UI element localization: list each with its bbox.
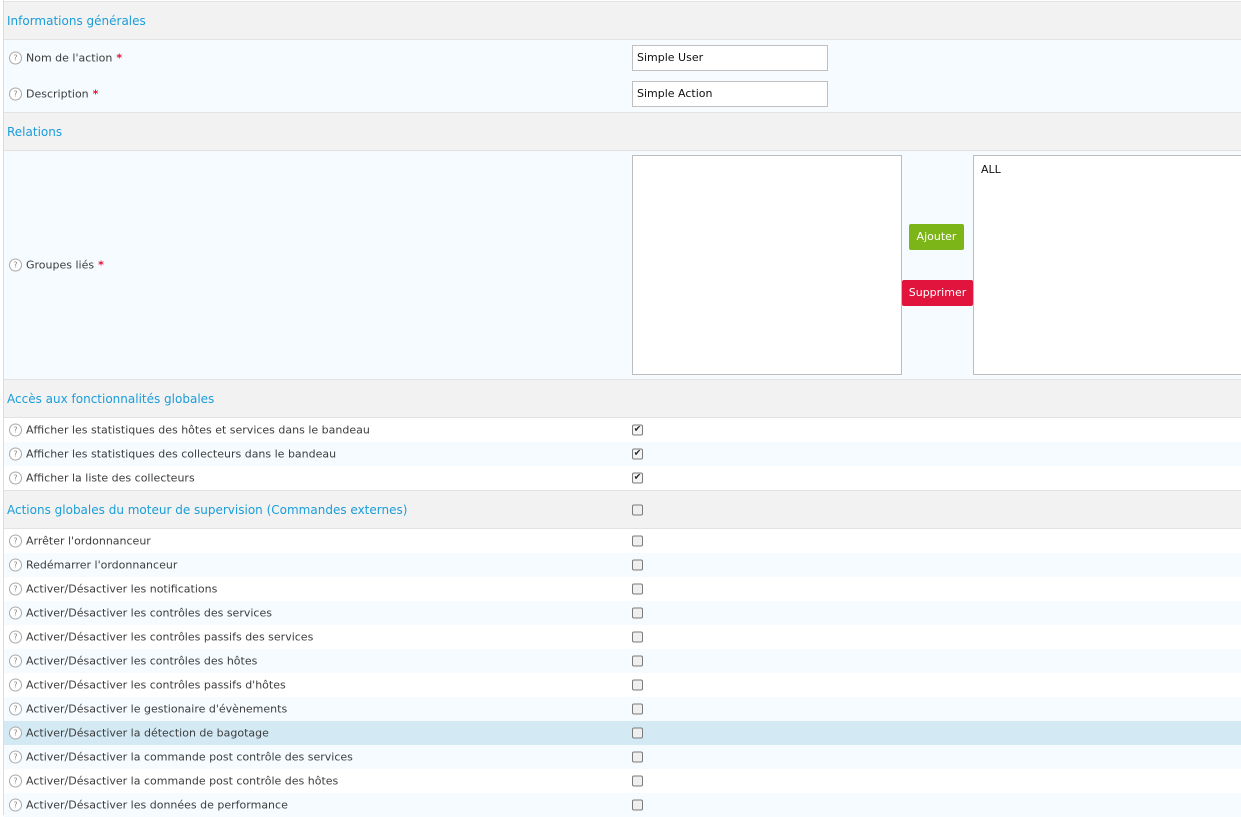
action-name-row: ? Nom de l'action * Simple User	[4, 40, 1241, 76]
permission-checkbox[interactable]	[632, 583, 643, 595]
permission-checkbox[interactable]	[632, 559, 643, 571]
permission-label: Afficher la liste des collecteurs	[26, 471, 195, 485]
permission-row: ? Activer/Désactiver les contrôles des se…	[4, 601, 1241, 625]
permission-checkbox[interactable]	[632, 535, 643, 547]
field-label: Description	[26, 87, 89, 101]
help-icon[interactable]: ?	[9, 798, 22, 812]
permission-checkbox[interactable]	[632, 703, 643, 715]
permission-label: Activer/Désactiver les contrôles passifs…	[26, 678, 286, 692]
permission-label: Activer/Désactiver la commande post cont…	[26, 774, 339, 788]
permission-row: ? Redémarrer l'ordonnanceur	[4, 553, 1241, 577]
acl-action-form: Informations générales ? Nom de l'action…	[3, 0, 1241, 817]
permission-checkbox[interactable]	[632, 751, 643, 763]
required-marker: *	[92, 87, 99, 101]
selected-groups-list[interactable]: ALL	[973, 155, 1241, 375]
permission-label: Afficher les statistiques des collecteur…	[26, 447, 337, 461]
permission-row: ? Activer/Désactiver la commande post con…	[4, 769, 1241, 793]
section-title: Informations générales	[7, 13, 146, 28]
section-relations: Relations	[4, 112, 1241, 151]
help-icon[interactable]: ?	[9, 258, 22, 272]
permission-label: Activer/Désactiver le gestionaire d'évèn…	[26, 702, 288, 716]
section-global-actions: Actions globales du moteur de supervisio…	[4, 490, 1241, 529]
permission-label: Arrêter l'ordonnanceur	[26, 534, 151, 548]
permission-label: Redémarrer l'ordonnanceur	[26, 558, 178, 572]
section-global-access: Accès aux fonctionnalités globales	[4, 379, 1241, 418]
linked-groups-row: ? Groupes liés * Ajouter Supprimer ALL	[4, 151, 1241, 379]
help-icon[interactable]: ?	[9, 774, 22, 788]
check-mark-icon: ✔	[633, 448, 642, 459]
help-icon[interactable]: ?	[9, 558, 22, 572]
help-icon[interactable]: ?	[9, 678, 22, 692]
permission-label: Activer/Désactiver la commande post cont…	[26, 750, 353, 764]
available-groups-list[interactable]	[632, 155, 902, 375]
permission-checkbox[interactable]: ✔	[632, 424, 643, 436]
permission-label: Afficher les statistiques des hôtes et s…	[26, 423, 370, 437]
section-title: Actions globales du moteur de supervisio…	[7, 502, 408, 517]
help-icon[interactable]: ?	[9, 606, 22, 620]
permission-row: ? Activer/Désactiver les contrôles des hô…	[4, 649, 1241, 673]
select-all-actions-checkbox[interactable]	[632, 504, 643, 515]
remove-button[interactable]: Supprimer	[902, 280, 973, 306]
selected-group-option[interactable]: ALL	[981, 163, 1001, 176]
description-row: ? Description * Simple Action	[4, 76, 1241, 112]
permission-checkbox[interactable]	[632, 679, 643, 691]
help-icon[interactable]: ?	[9, 630, 22, 644]
permission-checkbox[interactable]	[632, 607, 643, 619]
help-icon[interactable]: ?	[9, 582, 22, 596]
permission-label: Activer/Désactiver la détection de bagot…	[26, 726, 269, 740]
add-button[interactable]: Ajouter	[909, 224, 964, 250]
permission-row: ? Activer/Désactiver la détection de bago…	[4, 721, 1241, 745]
help-icon[interactable]: ?	[9, 750, 22, 764]
section-title: Accès aux fonctionnalités globales	[7, 391, 215, 406]
permission-checkbox[interactable]	[632, 631, 643, 643]
help-icon[interactable]: ?	[9, 51, 22, 65]
permission-label: Activer/Désactiver les données de perfor…	[26, 798, 288, 812]
help-icon[interactable]: ?	[9, 654, 22, 668]
help-icon[interactable]: ?	[9, 447, 22, 461]
permission-checkbox[interactable]	[632, 799, 643, 811]
help-icon[interactable]: ?	[9, 87, 22, 101]
permission-row: ? Afficher la liste des collecteurs ✔	[4, 466, 1241, 490]
field-label: Nom de l'action	[26, 51, 113, 65]
field-label: Groupes liés	[26, 258, 95, 272]
permission-row: ? Arrêter l'ordonnanceur	[4, 529, 1241, 553]
action-name-input[interactable]: Simple User	[632, 45, 828, 71]
permission-row: ? Activer/Désactiver les contrôles passif…	[4, 673, 1241, 697]
permission-row: ? Afficher les statistiques des hôtes et …	[4, 418, 1241, 442]
help-icon[interactable]: ?	[9, 726, 22, 740]
help-icon[interactable]: ?	[9, 423, 22, 437]
permission-row: ? Activer/Désactiver le gestionaire d'évè…	[4, 697, 1241, 721]
permission-checkbox[interactable]	[632, 655, 643, 667]
permission-checkbox[interactable]	[632, 775, 643, 787]
help-icon[interactable]: ?	[9, 702, 22, 716]
description-input[interactable]: Simple Action	[632, 81, 828, 107]
permission-row: ? Activer/Désactiver les données de perfo…	[4, 793, 1241, 817]
permission-label: Activer/Désactiver les contrôles des hôt…	[26, 654, 258, 668]
permission-label: Activer/Désactiver les notifications	[26, 582, 218, 596]
required-marker: *	[116, 51, 123, 65]
help-icon[interactable]: ?	[9, 534, 22, 548]
help-icon[interactable]: ?	[9, 471, 22, 485]
permission-row: ? Activer/Désactiver les contrôles passif…	[4, 625, 1241, 649]
permission-checkbox[interactable]	[632, 727, 643, 739]
check-mark-icon: ✔	[633, 472, 642, 483]
required-marker: *	[98, 258, 104, 272]
permission-row: ? Activer/Désactiver les notifications	[4, 577, 1241, 601]
section-general-info: Informations générales	[4, 1, 1241, 40]
permission-row: ? Afficher les statistiques des collecteu…	[4, 442, 1241, 466]
permission-checkbox[interactable]: ✔	[632, 472, 643, 484]
permission-row: ? Activer/Désactiver la commande post con…	[4, 745, 1241, 769]
section-title: Relations	[7, 124, 63, 139]
check-mark-icon: ✔	[633, 424, 642, 435]
permission-label: Activer/Désactiver les contrôles passifs…	[26, 630, 314, 644]
permission-label: Activer/Désactiver les contrôles des ser…	[26, 606, 272, 620]
permission-checkbox[interactable]: ✔	[632, 448, 643, 460]
